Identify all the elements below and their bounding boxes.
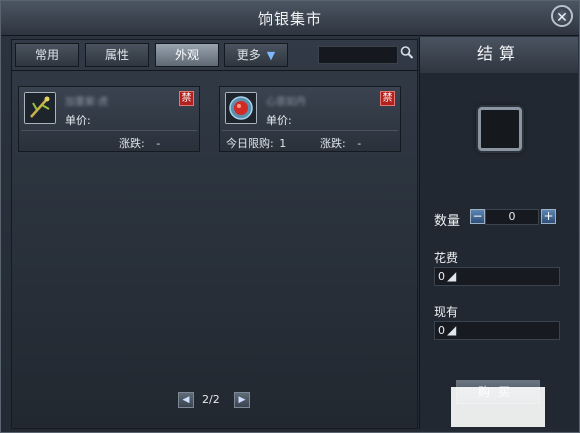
next-page-button[interactable]: ▶ bbox=[234, 392, 250, 408]
golden-branch-icon bbox=[24, 92, 56, 124]
settlement-title: 结算 bbox=[420, 37, 578, 73]
price-change: 涨跌: - bbox=[119, 135, 160, 151]
tab-more[interactable]: 更多 ▼ bbox=[224, 43, 288, 67]
market-window: 饷银集市 ✕ 常用 属性 外观 更多 ▼ 加重紫·虎 禁 单价: 涨跌: - 心… bbox=[0, 0, 580, 433]
search-icon[interactable] bbox=[400, 45, 416, 63]
prev-page-button[interactable]: ◀ bbox=[178, 392, 194, 408]
cost-value: 0 bbox=[438, 270, 445, 283]
quantity-plus-button[interactable]: + bbox=[541, 209, 556, 224]
card-divider bbox=[222, 130, 398, 131]
item-card[interactable]: 心意如丹 禁 单价: 今日限购: 1 涨跌: - bbox=[219, 86, 401, 152]
daily-limit-label: 今日限购: bbox=[226, 137, 274, 150]
search-input[interactable] bbox=[318, 46, 398, 64]
daily-limit-value: 1 bbox=[279, 137, 287, 150]
owned-value: 0 bbox=[438, 324, 445, 337]
quantity-field[interactable]: 0 bbox=[485, 209, 539, 225]
quantity-label: 数量 bbox=[434, 214, 461, 229]
tab-common[interactable]: 常用 bbox=[15, 43, 79, 67]
settlement-panel: 结算 数量 − 0 + 花费 0 ◢ 现有 0 ◢ 购买 bbox=[419, 37, 578, 429]
price-change-value: - bbox=[357, 137, 362, 150]
price-change-value: - bbox=[156, 137, 161, 150]
forbidden-badge: 禁 bbox=[380, 91, 395, 106]
price-change: 涨跌: - bbox=[320, 135, 361, 151]
tab-attributes[interactable]: 属性 bbox=[85, 43, 149, 67]
tab-more-label: 更多 bbox=[236, 48, 261, 62]
silver-ingot-icon: ◢ bbox=[447, 323, 457, 337]
card-divider bbox=[21, 130, 197, 131]
item-slot[interactable] bbox=[478, 107, 522, 151]
silver-ingot-icon: ◢ bbox=[447, 269, 457, 283]
item-card[interactable]: 加重紫·虎 禁 单价: 涨跌: - bbox=[18, 86, 200, 152]
unit-price-label: 单价: bbox=[266, 114, 292, 127]
item-name: 加重紫·虎 bbox=[65, 97, 109, 108]
item-name: 心意如丹 bbox=[266, 97, 306, 108]
price-change-label: 涨跌: bbox=[320, 137, 346, 150]
cost-field: 0 ◢ bbox=[434, 267, 560, 286]
cost-label: 花费 bbox=[434, 251, 459, 265]
quantity-minus-button[interactable]: − bbox=[470, 209, 485, 224]
buy-button[interactable]: 购买 bbox=[451, 380, 545, 427]
window-title: 饷银集市 bbox=[257, 10, 322, 28]
page-indicator: 2/2 bbox=[202, 393, 220, 406]
red-orb-icon bbox=[225, 92, 257, 124]
owned-field: 0 ◢ bbox=[434, 321, 560, 340]
chevron-down-icon: ▼ bbox=[266, 49, 276, 62]
daily-limit: 今日限购: 1 bbox=[226, 135, 286, 151]
close-button[interactable]: ✕ bbox=[551, 5, 573, 27]
title-bar: 饷银集市 ✕ bbox=[1, 1, 579, 36]
owned-label: 现有 bbox=[434, 305, 459, 319]
forbidden-badge: 禁 bbox=[179, 91, 194, 106]
tab-appearance[interactable]: 外观 bbox=[155, 43, 219, 67]
item-list-panel: 常用 属性 外观 更多 ▼ 加重紫·虎 禁 单价: 涨跌: - 心意如丹 禁 单… bbox=[11, 39, 418, 429]
tab-divider bbox=[12, 70, 417, 71]
price-change-label: 涨跌: bbox=[119, 137, 145, 150]
unit-price-label: 单价: bbox=[65, 114, 91, 127]
